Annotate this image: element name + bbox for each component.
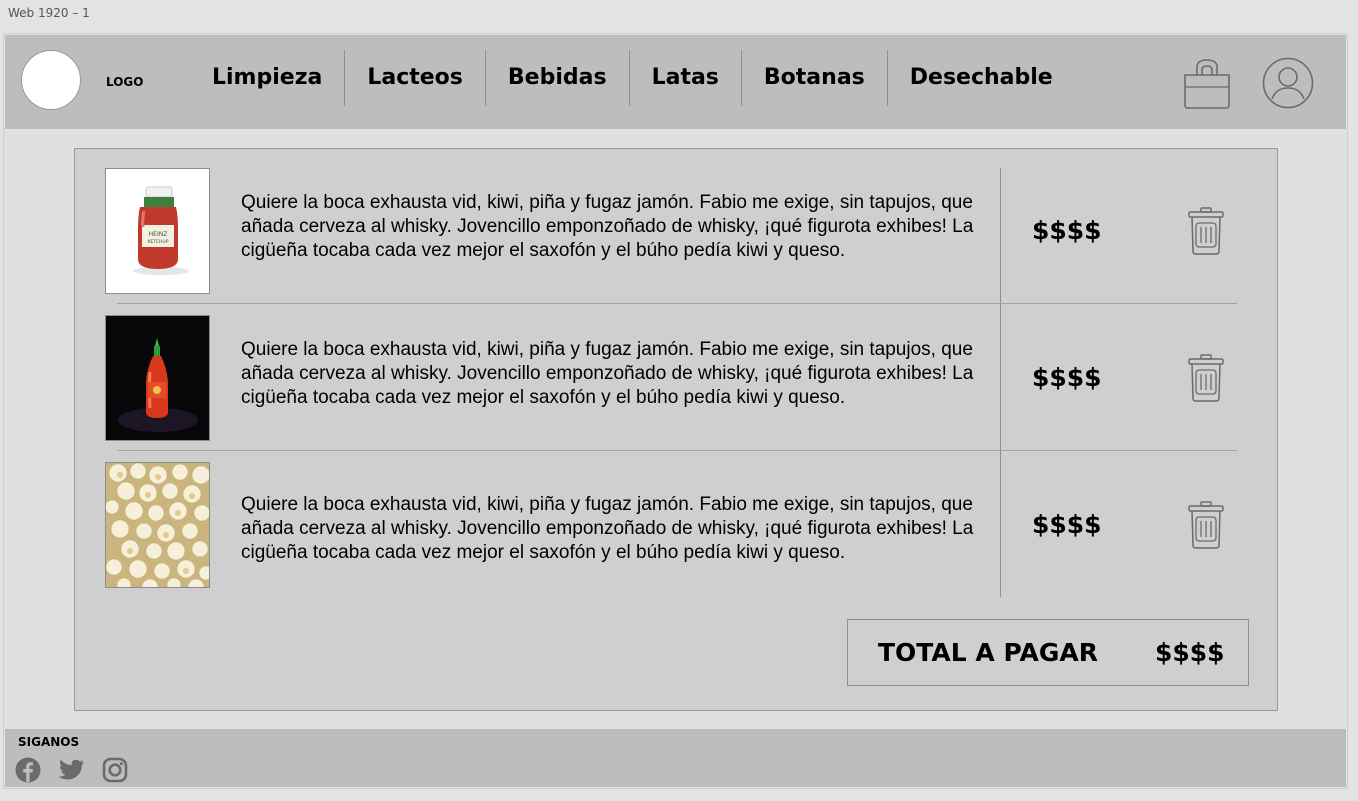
product-image-sriracha[interactable] xyxy=(105,315,210,441)
total-box: TOTAL A PAGAR $$$$ xyxy=(847,619,1249,686)
product-image-popcorn[interactable] xyxy=(105,462,210,588)
artboard-label: Web 1920 – 1 xyxy=(8,6,90,20)
product-image-ketchup[interactable]: HEINZ KETCHUP xyxy=(105,168,210,294)
nav-item-lacteos[interactable]: Lacteos xyxy=(345,50,485,106)
nav-item-latas[interactable]: Latas xyxy=(630,50,741,106)
svg-text:HEINZ: HEINZ xyxy=(149,231,168,238)
product-description: Quiere la boca exhausta vid, kiwi, piña … xyxy=(241,339,974,408)
footer: SIGANOS xyxy=(5,729,1346,787)
instagram-icon[interactable] xyxy=(102,757,128,783)
trash-icon[interactable] xyxy=(1187,501,1225,549)
cart-item: Quiere la boca exhausta vid, kiwi, piña … xyxy=(75,443,1277,590)
page: LOGO Limpieza Lacteos Bebidas Latas Bota… xyxy=(3,33,1348,789)
header: LOGO Limpieza Lacteos Bebidas Latas Bota… xyxy=(5,35,1346,129)
cart-panel: HEINZ KETCHUP Quiere la boca exhausta vi… xyxy=(74,148,1278,711)
trash-icon[interactable] xyxy=(1187,207,1225,255)
twitter-icon[interactable] xyxy=(57,757,85,783)
cart-item: Quiere la boca exhausta vid, kiwi, piña … xyxy=(75,296,1277,443)
logo-image[interactable] xyxy=(21,50,81,110)
nav-item-desechable[interactable]: Desechable xyxy=(888,50,1075,106)
total-label: TOTAL A PAGAR xyxy=(878,638,1098,667)
cart-item: HEINZ KETCHUP Quiere la boca exhausta vi… xyxy=(75,149,1277,296)
nav-item-botanas[interactable]: Botanas xyxy=(742,50,887,106)
nav-item-bebidas[interactable]: Bebidas xyxy=(486,50,629,106)
user-profile-icon[interactable] xyxy=(1262,57,1314,109)
nav-item-limpieza[interactable]: Limpieza xyxy=(190,50,344,106)
product-price: $$$$ xyxy=(1032,216,1102,245)
trash-icon[interactable] xyxy=(1187,354,1225,402)
follow-label: SIGANOS xyxy=(18,735,80,749)
product-description: Quiere la boca exhausta vid, kiwi, piña … xyxy=(241,192,974,261)
total-value: $$$$ xyxy=(1155,638,1225,667)
shopping-bag-icon[interactable] xyxy=(1181,57,1233,109)
svg-text:KETCHUP: KETCHUP xyxy=(148,239,169,245)
facebook-icon[interactable] xyxy=(15,757,41,783)
logo-text: LOGO xyxy=(106,75,144,89)
product-description: Quiere la boca exhausta vid, kiwi, piña … xyxy=(241,494,974,563)
main-nav: Limpieza Lacteos Bebidas Latas Botanas D… xyxy=(190,50,1075,106)
product-price: $$$$ xyxy=(1032,510,1102,539)
product-price: $$$$ xyxy=(1032,363,1102,392)
